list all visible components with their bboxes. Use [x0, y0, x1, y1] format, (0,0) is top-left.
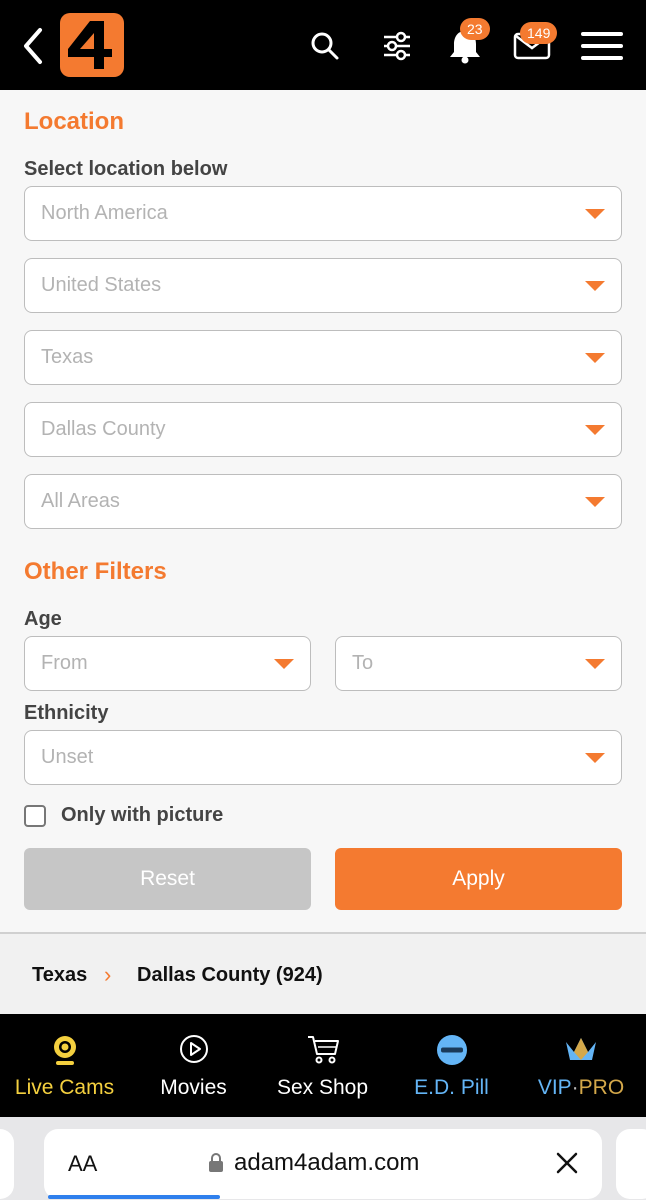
age-label: Age	[24, 608, 62, 630]
country-select[interactable]: United States	[24, 258, 622, 313]
age-from-select[interactable]: From	[24, 636, 311, 691]
reset-button[interactable]: Reset	[24, 848, 311, 910]
nav-movies-label: Movies	[160, 1076, 227, 1099]
county-value: Dallas County	[41, 418, 166, 440]
breadcrumb-separator: ›	[104, 962, 112, 987]
only-with-picture-label[interactable]: Only with picture	[61, 804, 223, 827]
notifications-badge: 23	[460, 18, 490, 40]
address-bar[interactable]: AA adam4adam.com	[44, 1129, 602, 1199]
top-header: 23 149	[0, 0, 646, 90]
page-load-progress	[48, 1195, 220, 1199]
crown-icon	[566, 1038, 596, 1060]
bottom-nav: Live Cams Movies Sex Shop E.D. Pill VIP·…	[0, 1014, 646, 1117]
cart-icon	[307, 1036, 339, 1064]
dropdown-caret-icon	[274, 658, 294, 669]
continent-value: North America	[41, 202, 168, 224]
nav-ed-pill[interactable]: E.D. Pill	[387, 1014, 516, 1117]
age-from-value: From	[41, 652, 88, 674]
other-filters-title: Other Filters	[24, 558, 167, 585]
pill-icon	[436, 1035, 467, 1065]
area-select[interactable]: All Areas	[24, 474, 622, 529]
nav-movies[interactable]: Movies	[129, 1014, 258, 1117]
webcam-icon	[53, 1036, 76, 1065]
nav-sex-shop-label: Sex Shop	[276, 1076, 369, 1099]
search-icon[interactable]	[310, 31, 340, 61]
county-select[interactable]: Dallas County	[24, 402, 622, 457]
dropdown-caret-icon	[585, 208, 605, 219]
age-to-select[interactable]: To	[335, 636, 622, 691]
location-title: Location	[24, 108, 124, 135]
close-icon[interactable]	[556, 1152, 578, 1174]
messages-badge: 149	[520, 22, 558, 44]
ethnicity-value: Unset	[41, 746, 94, 768]
state-value: Texas	[41, 346, 94, 368]
filter-sliders-icon[interactable]	[381, 30, 413, 62]
breadcrumb-county: Dallas County (924)	[137, 964, 323, 986]
breadcrumb	[0, 934, 646, 1014]
hamburger-menu-icon[interactable]	[581, 31, 623, 61]
apply-button[interactable]: Apply	[335, 848, 622, 910]
browser-toolbar: AA adam4adam.com	[0, 1117, 646, 1200]
only-with-picture-checkbox[interactable]	[24, 805, 46, 827]
nav-sex-shop[interactable]: Sex Shop	[258, 1014, 387, 1117]
ethnicity-select[interactable]: Unset	[24, 730, 622, 785]
nav-live-cams-label: Live Cams	[14, 1076, 115, 1099]
dropdown-caret-icon	[585, 280, 605, 291]
pro-label: PRO	[578, 1076, 625, 1099]
dropdown-caret-icon	[585, 752, 605, 763]
previous-tab-edge[interactable]	[0, 1129, 14, 1199]
ethnicity-label: Ethnicity	[24, 702, 109, 724]
continent-select[interactable]: North America	[24, 186, 622, 241]
vip-label: VIP	[537, 1076, 572, 1099]
nav-live-cams[interactable]: Live Cams	[0, 1014, 129, 1117]
reader-settings-button[interactable]: AA	[68, 1151, 97, 1177]
age-to-value: To	[352, 652, 374, 674]
back-chevron-icon[interactable]	[18, 26, 50, 66]
state-select[interactable]: Texas	[24, 330, 622, 385]
next-tab-edge[interactable]	[616, 1129, 646, 1199]
area-value: All Areas	[41, 490, 120, 512]
vip-pro-dot: ·	[571, 1076, 579, 1099]
nav-vip-pro[interactable]: VIP·PRO	[516, 1014, 646, 1117]
play-icon	[179, 1035, 208, 1063]
dropdown-caret-icon	[585, 352, 605, 363]
dropdown-caret-icon	[585, 424, 605, 435]
breadcrumb-state[interactable]: Texas	[32, 964, 87, 987]
country-value: United States	[41, 274, 162, 296]
aa-text: AA	[68, 1151, 98, 1176]
select-location-label: Select location below	[24, 158, 228, 180]
nav-vip-pro-label: VIP·PRO	[538, 1076, 624, 1100]
site-logo[interactable]	[60, 13, 124, 77]
nav-ed-pill-label: E.D. Pill	[414, 1076, 489, 1099]
lock-icon	[209, 1153, 223, 1172]
url-text: adam4adam.com	[234, 1149, 420, 1176]
dropdown-caret-icon	[585, 658, 605, 669]
dropdown-caret-icon	[585, 496, 605, 507]
